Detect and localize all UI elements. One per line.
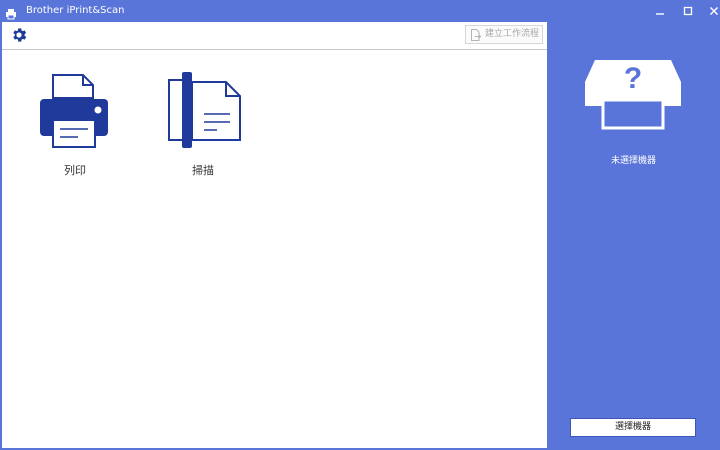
print-tile[interactable]: 列印 [27, 72, 123, 202]
workflow-document-icon [471, 29, 482, 41]
print-label: 列印 [64, 164, 86, 177]
maximize-button[interactable] [674, 0, 702, 22]
create-workflow-button[interactable]: 建立工作流程 [465, 25, 543, 44]
create-workflow-label: 建立工作流程 [485, 29, 540, 39]
settings-button[interactable] [10, 26, 28, 44]
window-title: Brother iPrint&Scan [26, 5, 125, 16]
scan-tile[interactable]: 掃描 [155, 72, 251, 202]
scan-label: 掃描 [192, 164, 214, 177]
unknown-device-icon: ? [585, 60, 681, 130]
title-bar[interactable]: Brother iPrint&Scan [0, 0, 720, 22]
printer-icon [40, 74, 108, 148]
device-panel: ? 未選擇機器 選擇機器 [547, 22, 720, 450]
printer-app-icon [5, 5, 17, 20]
maximize-icon [683, 6, 693, 16]
question-mark: ? [624, 62, 642, 95]
close-icon [710, 7, 718, 15]
gear-icon [13, 28, 27, 42]
close-button[interactable] [700, 0, 720, 22]
main-content: 建立工作流程 列印 掃描 [2, 22, 547, 448]
scanner-icon [168, 72, 241, 148]
no-device-selected-text: 未選擇機器 [610, 156, 656, 166]
app-window: Brother iPrint&Scan 建立工作流程 列印 掃描 ? 未選擇機器… [0, 0, 720, 450]
toolbar: 建立工作流程 [2, 22, 547, 50]
select-device-button[interactable]: 選擇機器 [570, 418, 696, 437]
minimize-button[interactable] [646, 0, 674, 22]
minimize-icon [656, 13, 664, 15]
